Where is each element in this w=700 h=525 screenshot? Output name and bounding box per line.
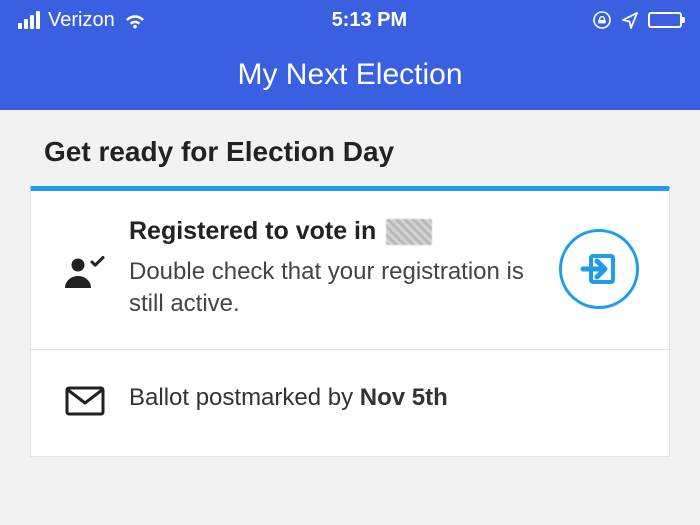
location-redacted: [386, 219, 432, 245]
location-arrow-icon: [620, 10, 640, 30]
registration-title-text: Registered to vote in: [129, 217, 376, 246]
enter-arrow-icon: [579, 249, 619, 289]
registration-title: Registered to vote in: [129, 217, 535, 246]
mail-icon: [63, 380, 107, 416]
registration-action-button[interactable]: [559, 229, 639, 309]
carrier-label: Verizon: [48, 9, 115, 32]
content-area: Get ready for Election Day Registered to…: [0, 110, 700, 457]
status-time: 5:13 PM: [332, 9, 408, 32]
ballot-prefix: Ballot postmarked by: [129, 384, 360, 411]
nav-bar: My Next Election: [0, 40, 700, 110]
section-heading: Get ready for Election Day: [44, 136, 670, 168]
rotation-lock-icon: [592, 10, 612, 30]
ballot-deadline: Nov 5th: [360, 384, 448, 411]
battery-icon: [648, 12, 682, 28]
signal-bars-icon: [18, 11, 40, 29]
status-right: [592, 10, 682, 30]
election-card: Registered to vote in Double check that …: [30, 186, 670, 457]
registration-row[interactable]: Registered to vote in Double check that …: [31, 191, 669, 350]
status-left: Verizon: [18, 9, 147, 32]
person-check-icon: [63, 249, 107, 289]
ballot-body: Ballot postmarked by Nov 5th: [129, 384, 641, 412]
status-bar: Verizon 5:13 PM: [0, 0, 700, 40]
registration-body: Registered to vote in Double check that …: [129, 217, 535, 321]
page-title: My Next Election: [237, 58, 462, 92]
ballot-text: Ballot postmarked by Nov 5th: [129, 384, 448, 411]
registration-subtitle: Double check that your registration is s…: [129, 256, 535, 321]
wifi-icon: [123, 11, 147, 29]
ballot-row[interactable]: Ballot postmarked by Nov 5th: [31, 350, 669, 457]
